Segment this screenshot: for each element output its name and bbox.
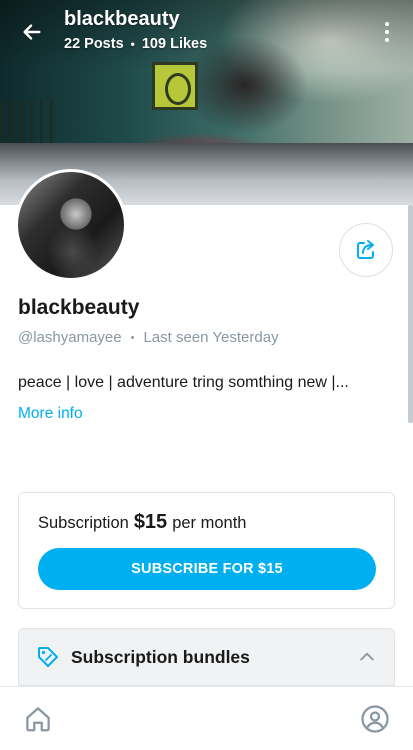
avatar[interactable] <box>15 169 127 281</box>
profile-icon <box>361 705 389 733</box>
likes-count: 109 Likes <box>141 36 208 52</box>
bio-text: peace | love | adventure tring somthing … <box>18 374 349 391</box>
username: @lashyamayee <box>18 329 122 346</box>
subscribe-button[interactable]: SUBSCRIBE FOR $15 <box>38 548 376 590</box>
more-info-link[interactable]: More info <box>18 405 83 423</box>
bundles-label: Subscription bundles <box>71 646 250 667</box>
home-button[interactable] <box>22 703 54 735</box>
display-name: blackbeauty <box>18 296 140 319</box>
subscription-card: Subscription $15 per month SUBSCRIBE FOR… <box>18 492 395 609</box>
subscription-price-line: Subscription $15 per month <box>38 511 246 534</box>
profile-meta: @lashyamayee • Last seen Yesterday <box>18 329 279 346</box>
top-bar: blackbeauty 22 Posts • 109 Likes <box>0 0 413 64</box>
tag-icon <box>38 647 58 667</box>
profile-button[interactable] <box>359 703 391 735</box>
page-title: blackbeauty <box>64 8 180 30</box>
share-icon <box>357 240 374 259</box>
bottom-navigation <box>0 686 413 750</box>
subscription-price: $15 <box>133 511 168 533</box>
share-button[interactable] <box>339 223 393 277</box>
last-seen: Last seen Yesterday <box>143 329 279 346</box>
chevron-up-icon <box>360 652 374 661</box>
scrollbar[interactable] <box>408 205 413 423</box>
more-vertical-icon <box>385 22 389 26</box>
stats-separator: • <box>130 37 135 51</box>
subscription-label: Subscription <box>38 514 129 532</box>
home-icon <box>26 707 50 732</box>
arrow-left-icon <box>23 24 41 40</box>
more-options-button[interactable] <box>376 18 398 46</box>
profile-stats: 22 Posts • 109 Likes <box>64 36 207 52</box>
subscription-period: per month <box>172 514 247 532</box>
posts-count[interactable]: 22 Posts <box>64 36 124 52</box>
subscription-bundles-header[interactable]: Subscription bundles <box>18 628 395 686</box>
meta-separator: • <box>130 331 135 344</box>
back-button[interactable] <box>18 18 46 46</box>
